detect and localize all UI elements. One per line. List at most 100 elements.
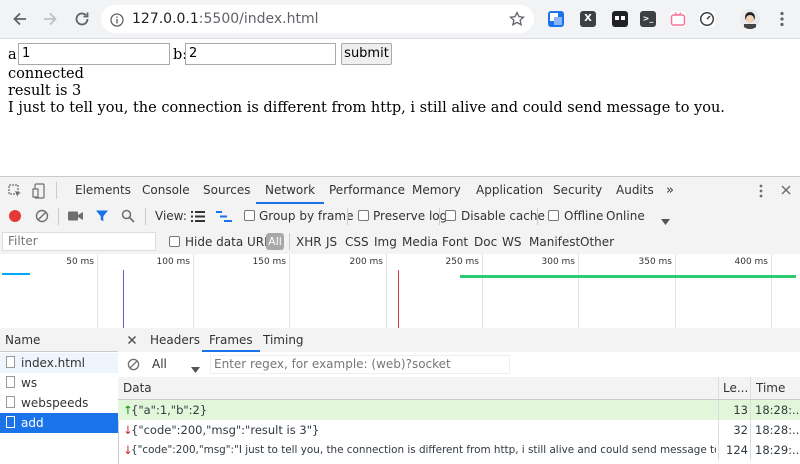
a-input[interactable]: 1	[18, 43, 170, 65]
request-row-add[interactable]: add	[0, 413, 118, 433]
timeline-gridline	[482, 254, 483, 328]
terminal-icon[interactable]: >_	[640, 11, 656, 27]
search-icon[interactable]	[121, 209, 135, 226]
column-separator	[750, 377, 751, 399]
tab-sources[interactable]: Sources	[203, 177, 250, 204]
chevron-down-icon[interactable]	[191, 362, 200, 376]
network-toolbar: View: Group by frame Preserve log Disabl…	[0, 204, 800, 230]
gamepad-icon[interactable]	[612, 11, 628, 27]
filter-type-js[interactable]: JS	[326, 235, 337, 249]
google-translate-icon[interactable]	[548, 11, 564, 27]
offline-checkbox[interactable]	[548, 210, 559, 221]
tab-network[interactable]: Network	[256, 177, 325, 204]
name-column-header[interactable]: Name	[0, 328, 118, 352]
filter-type-xhr[interactable]: XHR	[296, 235, 322, 249]
filter-type-css[interactable]: CSS	[345, 235, 369, 249]
tab-elements[interactable]: Elements	[75, 177, 131, 204]
time-column-header[interactable]: Time	[756, 378, 785, 398]
url-text[interactable]: 127.0.0.1:5500/index.html	[132, 11, 319, 27]
x-extension-icon[interactable]: X	[580, 11, 596, 27]
filter-funnel-icon[interactable]	[95, 209, 109, 226]
timeline-tick-label: 50 ms	[66, 257, 94, 267]
speed-gauge-icon[interactable]	[699, 11, 715, 27]
frame-time: 18:29:...	[755, 443, 799, 457]
avatar[interactable]	[740, 9, 760, 29]
disable-cache-checkbox[interactable]	[445, 210, 456, 221]
hide-data-urls-checkbox[interactable]	[169, 236, 180, 247]
request-row-ws[interactable]: ws	[0, 373, 118, 393]
close-detail-icon[interactable]	[127, 334, 137, 348]
offline-label: Offline	[564, 209, 604, 223]
filter-type-manifest[interactable]: Manifest	[529, 235, 580, 249]
tab-timing[interactable]: Timing	[263, 328, 304, 352]
camera-icon[interactable]	[68, 210, 84, 225]
frame-length: 124	[726, 443, 748, 457]
filter-input[interactable]: Filter	[2, 232, 156, 251]
reload-icon[interactable]	[72, 9, 92, 29]
large-rows-icon[interactable]	[191, 211, 205, 225]
group-by-frame-checkbox[interactable]	[244, 210, 255, 221]
forward-arrow-icon[interactable]	[40, 9, 60, 29]
status-line-message: I just to tell you, the connection is di…	[8, 100, 725, 116]
request-row-webspeeds[interactable]: webspeeds	[0, 393, 118, 413]
filter-type-all[interactable]: All	[266, 233, 284, 250]
inspect-element-icon[interactable]	[8, 184, 22, 202]
more-tabs-icon[interactable]: »	[666, 177, 674, 204]
timeline-gridline	[578, 254, 579, 328]
tab-application[interactable]: Application	[476, 177, 543, 204]
timeline-gridline	[97, 254, 98, 328]
devtools-menu-icon[interactable]	[758, 183, 764, 202]
tab-performance[interactable]: Performance	[329, 177, 405, 204]
devtools-tab-bar: Elements Console Sources Network Perform…	[0, 177, 800, 205]
info-icon[interactable]	[110, 12, 124, 31]
frames-type-select[interactable]: All	[152, 357, 167, 371]
clear-frames-icon[interactable]	[127, 358, 140, 374]
request-name: ws	[21, 376, 38, 390]
frames-regex-placeholder: Enter regex, for example: (web)?socket	[214, 357, 451, 371]
device-toolbar-icon[interactable]	[32, 183, 46, 203]
menu-kebab-icon[interactable]	[772, 9, 792, 29]
filter-type-other[interactable]: Other	[580, 235, 614, 249]
star-icon[interactable]	[508, 10, 526, 31]
filter-type-ws[interactable]: WS	[502, 235, 521, 249]
address-bar[interactable]: 127.0.0.1:5500/index.html	[101, 5, 534, 33]
divider	[56, 182, 57, 199]
frame-row-received[interactable]: ↓ {"code":200,"msg":"I just to tell you,…	[118, 440, 800, 460]
frame-row-received[interactable]: ↓ {"code":200,"msg":"result is 3"} 32 18…	[118, 420, 800, 440]
filter-type-media[interactable]: Media	[402, 235, 438, 249]
frame-row-sent[interactable]: ↑ {"a":1,"b":2} 13 18:28:...	[118, 400, 800, 420]
waterfall-icon[interactable]	[216, 211, 232, 225]
chevron-down-icon[interactable]	[661, 214, 670, 228]
status-line-result: result is 3	[8, 83, 82, 99]
tab-console[interactable]: Console	[142, 177, 190, 204]
tab-headers[interactable]: Headers	[150, 328, 200, 352]
tab-memory[interactable]: Memory	[412, 177, 461, 204]
throttling-select[interactable]: Online	[606, 209, 645, 223]
tab-security[interactable]: Security	[553, 177, 602, 204]
bilibili-icon[interactable]	[670, 11, 686, 27]
filter-type-doc[interactable]: Doc	[474, 235, 497, 249]
filter-bar: Filter Hide data URLs All XHR JS CSS Img…	[0, 229, 800, 255]
timeline-gridline	[193, 254, 194, 328]
document-icon	[6, 356, 15, 368]
submit-button[interactable]: submit	[341, 43, 392, 65]
clear-icon[interactable]	[35, 209, 49, 226]
data-column-header[interactable]: Data	[123, 378, 152, 398]
tab-audits[interactable]: Audits	[616, 177, 654, 204]
column-separator	[718, 440, 719, 460]
request-row-index-html[interactable]: index.html	[0, 353, 118, 373]
network-overview-timeline[interactable]: 50 ms 100 ms 150 ms 200 ms 250 ms 300 ms…	[0, 254, 800, 329]
length-column-header[interactable]: Le...	[723, 378, 748, 398]
record-icon[interactable]	[9, 210, 21, 222]
back-arrow-icon[interactable]	[10, 9, 30, 29]
filter-type-img[interactable]: Img	[374, 235, 397, 249]
close-devtools-icon[interactable]	[780, 184, 792, 199]
b-input[interactable]: 2	[185, 43, 336, 65]
filter-type-font[interactable]: Font	[442, 235, 468, 249]
frames-regex-input[interactable]: Enter regex, for example: (web)?socket	[210, 355, 510, 374]
tab-frames[interactable]: Frames	[202, 328, 260, 352]
column-separator	[750, 440, 751, 460]
frame-length: 32	[733, 423, 748, 437]
preserve-log-checkbox[interactable]	[358, 210, 369, 221]
frames-table-header: Data Le... Time	[118, 377, 800, 400]
